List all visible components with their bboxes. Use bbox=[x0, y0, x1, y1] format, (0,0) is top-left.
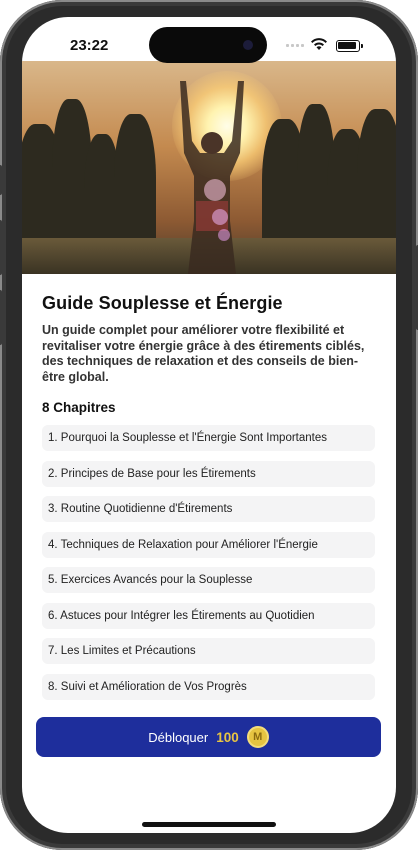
signal-icon bbox=[286, 44, 304, 47]
chapter-item[interactable]: 3. Routine Quotidienne d'Étirements bbox=[42, 496, 375, 522]
mute-switch bbox=[0, 165, 2, 195]
unlock-price: 100 bbox=[216, 729, 239, 745]
status-bar: 23:22 bbox=[22, 17, 396, 71]
unlock-button[interactable]: Débloquer 100 M bbox=[36, 717, 381, 757]
status-time: 23:22 bbox=[70, 37, 109, 54]
phone-frame: 23:22 Guide Souplesse et Énergie Un guid… bbox=[0, 0, 418, 850]
hero-image bbox=[22, 61, 396, 274]
guide-content: Guide Souplesse et Énergie Un guide comp… bbox=[42, 293, 376, 709]
chapter-list: 1. Pourquoi la Souplesse et l'Énergie So… bbox=[42, 425, 376, 700]
person-silhouette bbox=[180, 81, 244, 274]
screen: 23:22 Guide Souplesse et Énergie Un guid… bbox=[22, 17, 396, 833]
chapter-item[interactable]: 6. Astuces pour Intégrer les Étirements … bbox=[42, 602, 375, 629]
battery-icon bbox=[336, 40, 363, 52]
coin-icon: M bbox=[246, 726, 269, 748]
chapter-item[interactable]: 4. Techniques de Relaxation pour Amélior… bbox=[42, 531, 375, 558]
home-indicator[interactable] bbox=[142, 822, 276, 827]
chapter-item[interactable]: 5. Exercices Avancés pour la Souplesse bbox=[42, 567, 375, 593]
volume-up-button bbox=[0, 220, 2, 275]
chapter-item[interactable]: 7. Les Limites et Précautions bbox=[42, 638, 375, 664]
chapter-item[interactable]: 2. Principes de Base pour les Étirements bbox=[42, 460, 375, 487]
lens-flare bbox=[212, 209, 228, 225]
chapter-item[interactable]: 1. Pourquoi la Souplesse et l'Énergie So… bbox=[42, 425, 375, 451]
dynamic-island bbox=[149, 27, 267, 63]
camera-icon bbox=[243, 40, 253, 50]
volume-down-button bbox=[0, 290, 2, 345]
unlock-label: Débloquer bbox=[148, 729, 209, 745]
chapters-heading: 8 Chapitres bbox=[42, 400, 116, 415]
wifi-icon bbox=[311, 38, 327, 50]
lens-flare bbox=[218, 229, 230, 241]
guide-title: Guide Souplesse et Énergie bbox=[42, 293, 283, 313]
chapter-item[interactable]: 8. Suivi et Amélioration de Vos Progrès bbox=[42, 673, 375, 700]
lens-flare bbox=[204, 179, 226, 201]
guide-description: Un guide complet pour améliorer votre fl… bbox=[42, 323, 365, 384]
